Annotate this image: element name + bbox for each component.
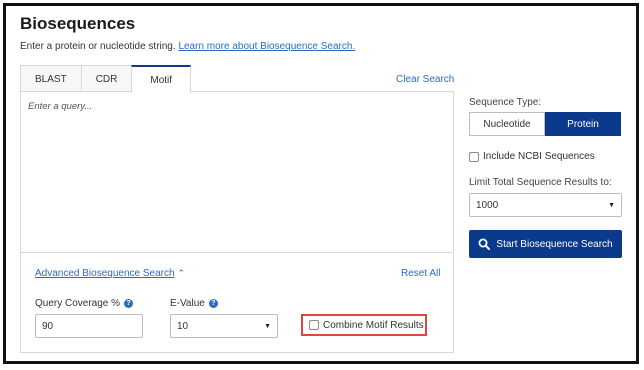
clear-search-link[interactable]: Clear Search: [396, 74, 454, 85]
query-coverage-input[interactable]: 90: [35, 314, 143, 338]
limit-results-select[interactable]: 1000 ▼: [469, 193, 622, 217]
limit-results-label: Limit Total Sequence Results to:: [469, 177, 612, 188]
include-ncbi-label: Include NCBI Sequences: [483, 151, 595, 162]
e-value-select[interactable]: 10 ▼: [170, 314, 278, 338]
limit-results-value: 1000: [476, 199, 499, 211]
advanced-search-label: Advanced Biosequence Search: [35, 268, 175, 279]
tab-motif[interactable]: Motif: [131, 65, 192, 93]
tab-cdr[interactable]: CDR: [80, 65, 133, 92]
combine-motif-label: Combine Motif Results: [323, 319, 424, 331]
nucleotide-button[interactable]: Nucleotide: [469, 112, 545, 136]
reset-all-link[interactable]: Reset All: [401, 268, 440, 279]
window-frame: Biosequences Enter a protein or nucleoti…: [3, 3, 639, 364]
include-ncbi-checkbox[interactable]: Include NCBI Sequences: [469, 151, 595, 162]
page-subtitle: Enter a protein or nucleotide string. Le…: [20, 41, 355, 52]
protein-button[interactable]: Protein: [545, 112, 621, 136]
e-value-value: 10: [177, 320, 189, 332]
caret-down-icon: ▼: [608, 201, 615, 209]
checkbox-icon: [309, 320, 319, 330]
e-value-label: E-Value: [170, 298, 205, 309]
query-coverage-label-row: Query Coverage %?: [35, 298, 134, 309]
e-value-label-row: E-Value?: [170, 298, 218, 309]
query-panel: Advanced Biosequence Search⌃ Reset All Q…: [20, 91, 454, 353]
info-icon[interactable]: ?: [124, 299, 134, 308]
sequence-type-label: Sequence Type:: [469, 97, 542, 108]
search-icon: [478, 238, 491, 250]
tab-blast[interactable]: BLAST: [20, 65, 82, 92]
search-tabs: BLAST CDR Motif: [20, 65, 192, 93]
learn-more-link[interactable]: Learn more about Biosequence Search.: [178, 41, 355, 52]
chevron-up-icon: ⌃: [177, 268, 186, 278]
query-textarea[interactable]: [22, 93, 452, 249]
checkbox-icon: [469, 151, 479, 162]
start-search-label: Start Biosequence Search: [496, 238, 613, 250]
subtitle-text: Enter a protein or nucleotide string.: [20, 41, 176, 52]
combine-motif-results-checkbox[interactable]: Combine Motif Results: [301, 314, 427, 336]
start-biosequence-search-button[interactable]: Start Biosequence Search: [469, 230, 622, 258]
caret-down-icon: ▼: [264, 322, 271, 330]
info-icon[interactable]: ?: [208, 299, 218, 308]
query-coverage-label: Query Coverage %: [35, 298, 121, 309]
sequence-type-toggle: Nucleotide Protein: [469, 112, 621, 136]
advanced-search-toggle[interactable]: Advanced Biosequence Search ⌃: [35, 268, 185, 279]
query-coverage-value: 90: [42, 320, 54, 332]
divider: [21, 252, 453, 253]
page-title: Biosequences: [20, 14, 136, 33]
